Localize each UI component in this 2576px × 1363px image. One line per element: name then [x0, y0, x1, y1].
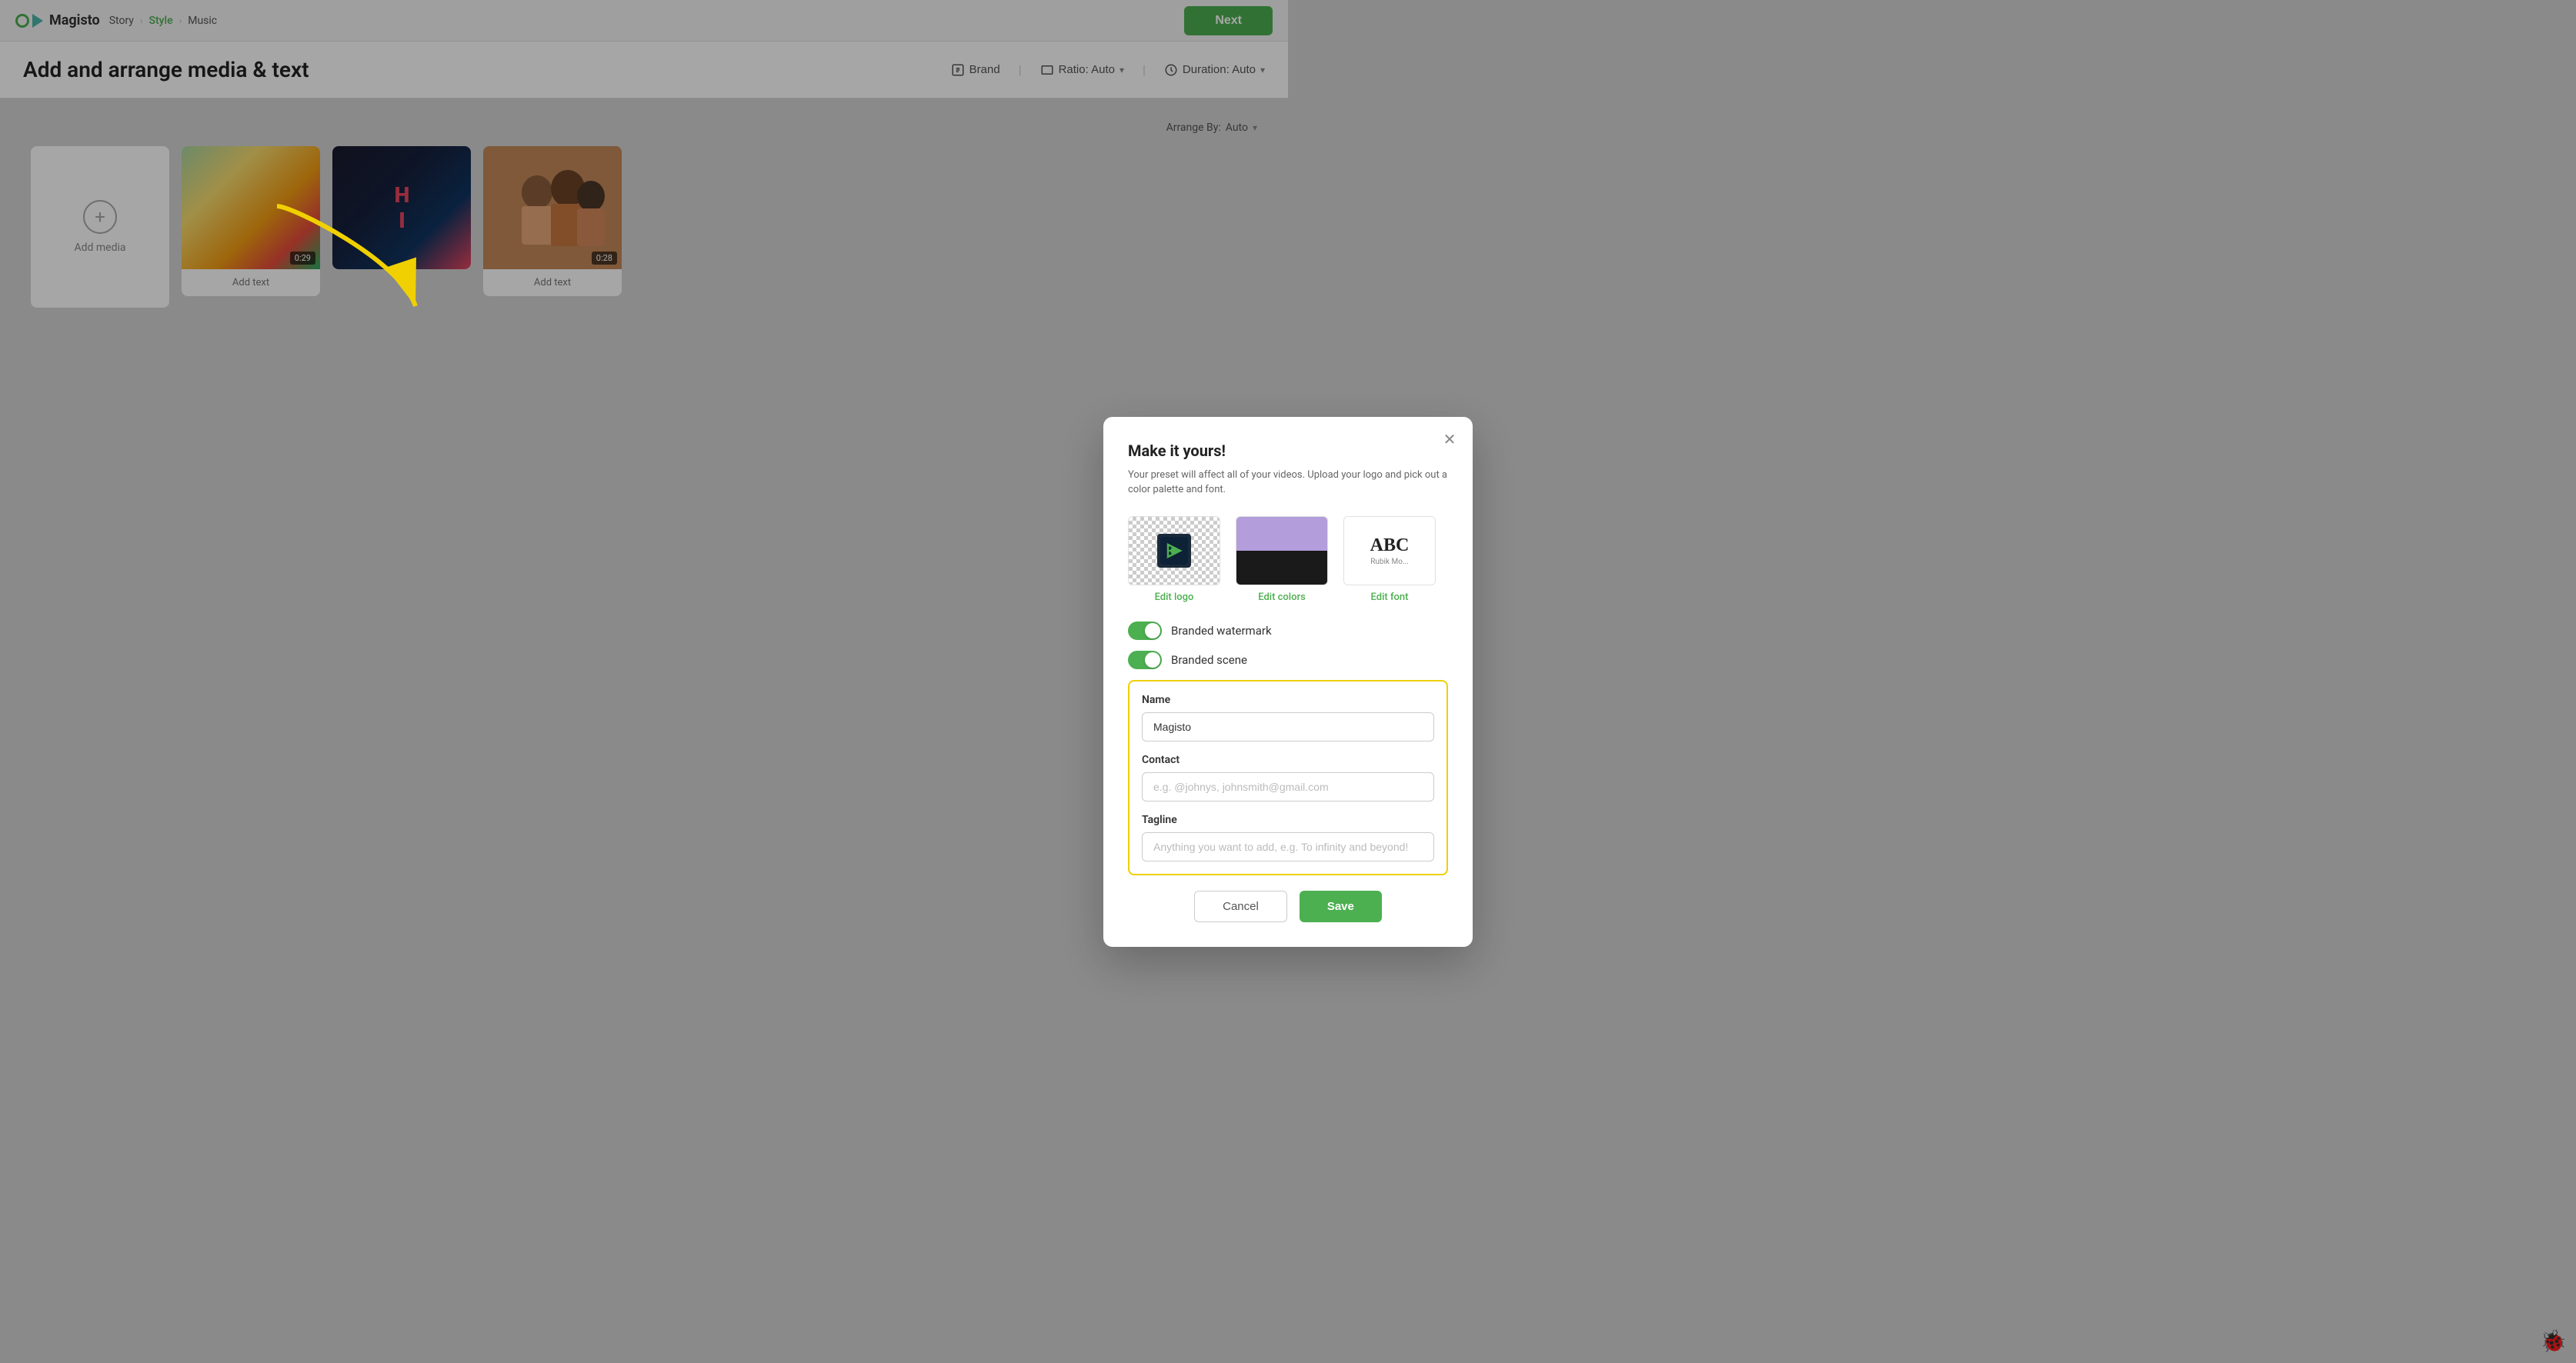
branded-watermark-toggle[interactable] [1128, 622, 1162, 640]
contact-label: Contact [1142, 754, 1434, 766]
modal-title: Make it yours! [1128, 442, 1448, 460]
cancel-button[interactable]: Cancel [1194, 891, 1287, 922]
contact-input[interactable] [1142, 772, 1434, 801]
branded-scene-label: Branded scene [1171, 653, 1247, 667]
contact-group: Contact [1142, 754, 1434, 801]
font-preview: ABC Rubik Mo... [1344, 517, 1435, 585]
modal-description: Your preset will affect all of your vide… [1128, 468, 1448, 498]
edit-logo-label: Edit logo [1155, 592, 1194, 603]
color-bottom [1236, 551, 1327, 585]
branded-scene-toggle[interactable] [1128, 651, 1162, 669]
branded-scene-row: Branded scene [1128, 651, 1448, 669]
tagline-group: Tagline [1142, 814, 1434, 861]
form-section: Name Contact Tagline [1128, 680, 1448, 875]
edit-font-option[interactable]: ABC Rubik Mo... Edit font [1343, 516, 1436, 603]
edit-options: Edit logo Edit colors ABC Rubik Mo... [1128, 516, 1448, 603]
tagline-label: Tagline [1142, 814, 1434, 826]
edit-logo-option[interactable]: Edit logo [1128, 516, 1220, 603]
font-abc-text: ABC [1370, 535, 1410, 556]
save-button[interactable]: Save [1300, 891, 1382, 922]
logo-icon [1160, 537, 1188, 565]
edit-colors-label: Edit colors [1258, 592, 1306, 603]
font-preview-box: ABC Rubik Mo... [1343, 516, 1436, 585]
logo-preview-box [1128, 516, 1220, 585]
branded-watermark-label: Branded watermark [1171, 624, 1272, 638]
color-preview [1236, 517, 1327, 585]
name-input[interactable] [1142, 712, 1434, 741]
name-label: Name [1142, 694, 1434, 706]
modal-actions: Cancel Save [1128, 891, 1448, 922]
edit-colors-option[interactable]: Edit colors [1236, 516, 1328, 603]
modal-close-button[interactable]: ✕ [1439, 429, 1460, 451]
logo-checkerboard [1129, 517, 1220, 585]
edit-font-label: Edit font [1371, 592, 1409, 603]
toggle-thumb-2 [1145, 652, 1160, 668]
name-group: Name [1142, 694, 1434, 741]
colors-preview-box [1236, 516, 1328, 585]
toggle-thumb [1145, 623, 1160, 638]
color-top [1236, 517, 1327, 551]
font-name-text: Rubik Mo... [1370, 558, 1409, 566]
modal-overlay: ✕ Make it yours! Your preset will affect… [0, 0, 2576, 1363]
branded-watermark-row: Branded watermark [1128, 622, 1448, 640]
logo-preview-inner [1157, 534, 1191, 568]
modal-dialog: ✕ Make it yours! Your preset will affect… [1103, 417, 1473, 947]
tagline-input[interactable] [1142, 832, 1434, 861]
